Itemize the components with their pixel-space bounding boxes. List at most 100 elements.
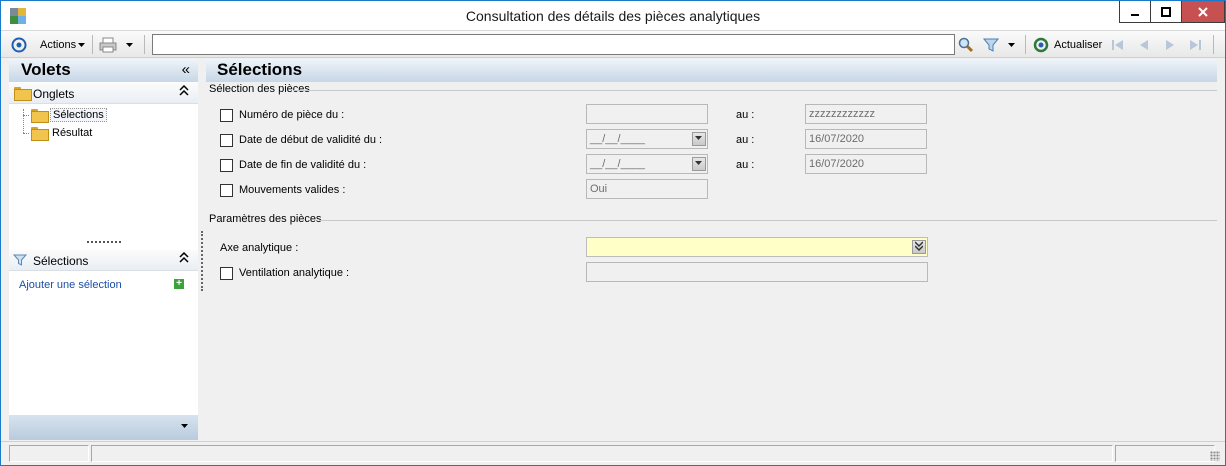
search-input[interactable]: [153, 35, 954, 54]
last-icon: [1190, 40, 1201, 50]
calendar-dropdown-button[interactable]: [692, 157, 706, 171]
calendar-dropdown-button[interactable]: [692, 132, 706, 146]
tree-item-label: Sélections: [50, 108, 107, 122]
date-debut-row[interactable]: Date de début de validité du :: [220, 133, 382, 147]
group-title-parametres: Paramètres des pièces: [209, 213, 322, 225]
folder-icon: [14, 87, 33, 101]
mouvements-field[interactable]: Oui: [586, 179, 708, 199]
chevron-down-icon: [695, 161, 702, 165]
chevron-down-icon: [126, 43, 133, 47]
filter-button[interactable]: [983, 35, 1016, 55]
group-divider: [293, 90, 1217, 91]
resize-grip-icon[interactable]: [1210, 451, 1220, 461]
status-segment: [9, 445, 89, 462]
pane-bottom-bar: [9, 415, 198, 440]
tree-item-selections[interactable]: Sélections: [23, 107, 107, 123]
pane-resize-grip[interactable]: [87, 241, 121, 243]
main-header: Sélections: [206, 59, 1217, 82]
refresh-button[interactable]: Actualiser: [1033, 35, 1102, 55]
next-icon: [1166, 40, 1174, 50]
close-button[interactable]: [1181, 1, 1225, 23]
date-debut-from-value: __/__/____: [590, 133, 646, 145]
numero-to-label: au :: [736, 109, 755, 121]
maximize-button[interactable]: [1150, 1, 1182, 23]
window-title: Consultation des détails des pièces anal…: [465, 8, 761, 24]
date-fin-from-value: __/__/____: [590, 158, 646, 170]
volets-title: Volets: [21, 60, 71, 79]
mouvements-row[interactable]: Mouvements valides :: [220, 183, 345, 197]
axe-row: Axe analytique :: [220, 241, 298, 255]
refresh-icon: [1033, 37, 1049, 53]
selections-section-label: Sélections: [33, 254, 89, 268]
date-debut-from-field[interactable]: __/__/____: [586, 129, 708, 149]
ventilation-label: Ventilation analytique :: [239, 267, 350, 279]
date-fin-label: Date de fin de validité du :: [239, 159, 367, 171]
tabs-section-label: Onglets: [33, 87, 75, 101]
chevron-down-icon: [1008, 43, 1015, 47]
date-fin-row[interactable]: Date de fin de validité du :: [220, 158, 366, 172]
group-divider: [319, 220, 1217, 221]
search-box[interactable]: [152, 34, 955, 55]
ventilation-row[interactable]: Ventilation analytique :: [220, 266, 349, 280]
tabs-section-header[interactable]: Onglets: [9, 83, 198, 104]
tree-item-resultat[interactable]: Résultat: [23, 125, 94, 141]
next-record-button[interactable]: [1163, 35, 1177, 55]
chevron-down-icon[interactable]: [181, 421, 189, 432]
main-window: Consultation des détails des pièces anal…: [0, 0, 1226, 466]
axe-label: Axe analytique :: [220, 242, 299, 254]
status-bar: [1, 441, 1225, 465]
filter-icon: [12, 253, 28, 270]
open-folder-icon: [31, 109, 50, 123]
toolbar: Actions Actualiser: [1, 31, 1225, 58]
axe-select[interactable]: [586, 237, 928, 257]
chevron-up-icon[interactable]: [179, 84, 189, 100]
tree-item-label: Résultat: [52, 127, 93, 139]
search-icon: [958, 37, 974, 53]
double-chevron-down-icon: [914, 241, 924, 252]
date-fin-checkbox[interactable]: [220, 158, 233, 172]
previous-icon: [1140, 40, 1148, 50]
first-icon: [1112, 40, 1123, 50]
previous-record-button[interactable]: [1137, 35, 1151, 55]
folder-icon: [31, 127, 50, 141]
actions-label: Actions: [40, 39, 77, 51]
date-debut-to-label: au :: [736, 134, 755, 146]
ventilation-checkbox[interactable]: [220, 266, 233, 280]
first-record-button[interactable]: [1111, 35, 1125, 55]
numero-label: Numéro de pièce du :: [239, 109, 345, 121]
numero-to-field[interactable]: zzzzzzzzzzzz: [805, 104, 927, 124]
actions-menu[interactable]: Actions: [40, 35, 86, 55]
printer-icon: [99, 37, 117, 53]
date-fin-to-field[interactable]: 16/07/2020: [805, 154, 927, 174]
print-button[interactable]: [99, 35, 134, 55]
target-icon[interactable]: [11, 35, 27, 55]
chevron-down-icon: [78, 43, 86, 47]
filter-icon: [983, 38, 999, 52]
numero-row[interactable]: Numéro de pièce du :: [220, 108, 344, 122]
collapse-pane-button[interactable]: «: [182, 61, 190, 78]
refresh-label: Actualiser: [1054, 39, 1103, 51]
add-icon[interactable]: +: [174, 279, 184, 289]
axe-dropdown-button[interactable]: [912, 240, 926, 254]
left-pane: Volets « Onglets Sélections Résultat Sél…: [9, 59, 198, 440]
minimize-button[interactable]: [1119, 1, 1151, 23]
date-debut-to-field[interactable]: 16/07/2020: [805, 129, 927, 149]
volets-header: Volets «: [9, 59, 198, 82]
ventilation-field[interactable]: [586, 262, 928, 282]
date-fin-to-label: au :: [736, 159, 755, 171]
numero-checkbox[interactable]: [220, 108, 233, 122]
selections-section-header[interactable]: Sélections: [9, 250, 198, 271]
add-selection-link[interactable]: Ajouter une sélection: [19, 279, 122, 291]
date-debut-label: Date de début de validité du :: [239, 134, 383, 146]
status-segment: [91, 445, 1113, 462]
date-debut-checkbox[interactable]: [220, 133, 233, 147]
mouvements-checkbox[interactable]: [220, 183, 233, 197]
search-button[interactable]: [958, 35, 974, 55]
title-bar: Consultation des détails des pièces anal…: [1, 1, 1225, 31]
last-record-button[interactable]: [1188, 35, 1202, 55]
page-title: Sélections: [217, 60, 303, 79]
numero-from-field[interactable]: [586, 104, 708, 124]
pane-splitter[interactable]: [201, 231, 203, 291]
chevron-up-icon[interactable]: [179, 251, 189, 267]
date-fin-from-field[interactable]: __/__/____: [586, 154, 708, 174]
